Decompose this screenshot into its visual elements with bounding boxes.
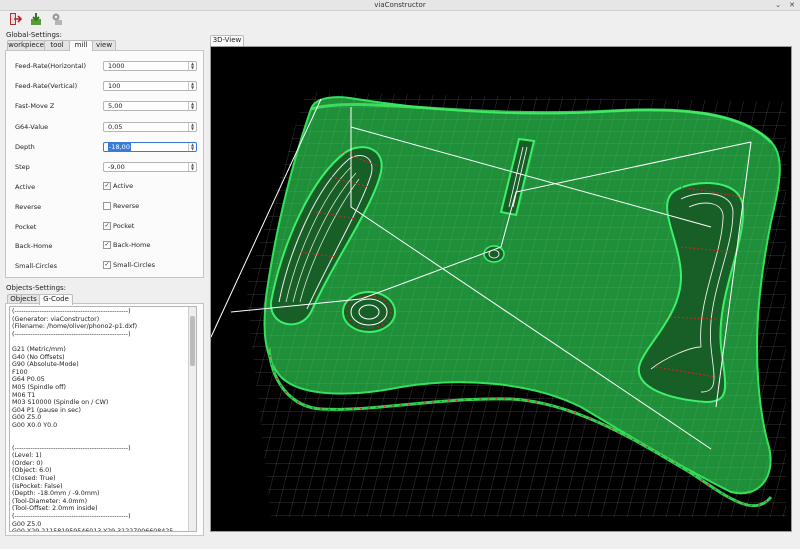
gcode-line: (---------------------------------------… bbox=[12, 513, 131, 521]
gcode-line: G00 X29.211581959546013 Y29.312270066084… bbox=[12, 528, 174, 532]
view-tabs: 3D-View bbox=[210, 35, 260, 46]
circle-pocket bbox=[342, 291, 396, 333]
title-bar: viaConstructor ⌄ ✕ bbox=[0, 0, 800, 11]
gcode-line: (isPocket: False) bbox=[12, 482, 63, 490]
feed-rate-vertical-input[interactable]: 100 ▲ ▼ bbox=[103, 81, 197, 91]
gcode-line: (Depth: -18.0mm / -9.0mm) bbox=[12, 490, 100, 498]
global-settings-heading: Global-Settings: bbox=[6, 31, 62, 39]
gcode-textarea[interactable]: (---------------------------------------… bbox=[9, 306, 197, 532]
checkmark-icon: ✓ bbox=[103, 241, 111, 249]
tab-gcode[interactable]: G-Code bbox=[39, 294, 73, 305]
minimize-icon[interactable]: ⌄ bbox=[774, 1, 782, 9]
gcode-line bbox=[12, 437, 182, 445]
3d-scene[interactable] bbox=[211, 47, 791, 531]
gcode-line: M05 (Spindle off) bbox=[12, 383, 66, 391]
mill-settings-panel: Feed-Rate(Horizontal) 1000 ▲ ▼ Feed-Rate(… bbox=[5, 50, 204, 278]
gcode-line: G64 P0.05 bbox=[12, 376, 45, 384]
gcode-scrollbar[interactable] bbox=[188, 307, 196, 531]
small-circles-checkbox[interactable]: ✓ Small-Circles bbox=[103, 261, 155, 269]
tab-view[interactable]: view bbox=[92, 40, 116, 50]
gcode-line: G40 (No Offsets) bbox=[12, 353, 65, 361]
depth-input[interactable]: -18,00 ▲ ▼ bbox=[103, 142, 197, 152]
gcode-line: (Level: 1) bbox=[12, 452, 42, 460]
gcode-line: G00 Z5.0 bbox=[12, 520, 42, 528]
scrollbar-thumb[interactable] bbox=[190, 316, 195, 366]
tab-mill[interactable]: mill bbox=[69, 40, 93, 51]
gcode-line: G00 X0.0 Y0.0 bbox=[12, 421, 58, 429]
spin-arrows-icon[interactable]: ▲ ▼ bbox=[188, 62, 196, 70]
gcode-line: G04 P1 (pause in sec) bbox=[12, 406, 81, 414]
checkbox-empty-icon bbox=[103, 202, 111, 210]
gcode-line: (---------------------------------------… bbox=[12, 444, 131, 452]
checkmark-icon: ✓ bbox=[103, 182, 111, 190]
gcode-line bbox=[12, 430, 182, 438]
pocket-label: Pocket bbox=[15, 223, 37, 231]
feed-rate-horizontal-input[interactable]: 1000 ▲ ▼ bbox=[103, 61, 197, 71]
gcode-line: (Order: 0) bbox=[12, 459, 43, 467]
gcode-line: (Filename: /home/oliver/phono2-p1.dxf) bbox=[12, 323, 138, 331]
tab-workpiece[interactable]: workpiece bbox=[7, 40, 45, 50]
gcode-line: M03 S10000 (Spindle on / CW) bbox=[12, 399, 109, 407]
gcode-line: (Tool-Offset: 2.0mm inside) bbox=[12, 505, 98, 513]
gcode-line: (Object: 6.0) bbox=[12, 467, 52, 475]
machine-icon[interactable] bbox=[50, 12, 64, 26]
reverse-checkbox[interactable]: Reverse bbox=[103, 202, 139, 210]
global-settings-tabs: workpiece tool mill view bbox=[7, 40, 127, 51]
reverse-label: Reverse bbox=[15, 203, 42, 211]
step-input[interactable]: -9,00 ▲ ▼ bbox=[103, 162, 197, 172]
gcode-line: G90 (Absolute-Mode) bbox=[12, 361, 79, 369]
gcode-line: F100 bbox=[12, 368, 28, 376]
gcode-line: G00 Z5.0 bbox=[12, 414, 42, 422]
gcode-line: (---------------------------------------… bbox=[12, 308, 131, 315]
checkmark-icon: ✓ bbox=[103, 222, 111, 230]
3d-view-canvas[interactable] bbox=[210, 46, 792, 532]
gcode-line: (Closed: True) bbox=[12, 475, 56, 483]
window-title: viaConstructor bbox=[374, 1, 426, 9]
gcode-line: M06 T1 bbox=[12, 391, 36, 399]
active-label: Active bbox=[15, 183, 36, 191]
back-home-label: Back-Home bbox=[15, 242, 53, 250]
spin-arrows-icon[interactable]: ▲ ▼ bbox=[188, 102, 196, 110]
toolbar bbox=[0, 11, 800, 27]
exit-icon[interactable] bbox=[8, 12, 23, 26]
drill-hole bbox=[483, 245, 505, 263]
step-label: Step bbox=[15, 163, 30, 171]
fast-move-z-input[interactable]: 5,00 ▲ ▼ bbox=[103, 101, 197, 111]
g64-value-label: G64-Value bbox=[15, 123, 49, 131]
pocket-checkbox[interactable]: ✓ Pocket bbox=[103, 222, 134, 230]
gcode-line: (Generator: viaConstructor) bbox=[12, 315, 100, 323]
close-icon[interactable]: ✕ bbox=[788, 1, 796, 9]
gcode-lines: (---------------------------------------… bbox=[12, 308, 182, 532]
gcode-line: G21 (Metric/mm) bbox=[12, 345, 66, 353]
spin-arrows-icon[interactable]: ▲ ▼ bbox=[188, 123, 196, 131]
gcode-line bbox=[12, 338, 182, 346]
spin-arrows-icon[interactable]: ▲ ▼ bbox=[188, 82, 196, 90]
tab-tool[interactable]: tool bbox=[44, 40, 70, 50]
back-home-checkbox[interactable]: ✓ Back-Home bbox=[103, 241, 150, 249]
spin-arrows-icon[interactable]: ▲ ▼ bbox=[188, 163, 196, 171]
fast-move-z-label: Fast-Move Z bbox=[15, 102, 55, 110]
depth-label: Depth bbox=[15, 143, 35, 151]
g64-value-input[interactable]: 0,05 ▲ ▼ bbox=[103, 122, 197, 132]
objects-settings-heading: Objects-Settings: bbox=[6, 284, 67, 292]
small-circles-label: Small-Circles bbox=[15, 262, 58, 270]
feed-rate-vertical-label: Feed-Rate(Vertical) bbox=[15, 82, 78, 90]
feed-rate-horizontal-label: Feed-Rate(Horizontal) bbox=[15, 62, 87, 70]
spin-arrows-icon[interactable]: ▲ ▼ bbox=[188, 143, 196, 151]
save-gcode-icon[interactable] bbox=[29, 12, 43, 26]
tab-3d-view[interactable]: 3D-View bbox=[210, 35, 244, 46]
gcode-line: (Tool-Diameter: 4.0mm) bbox=[12, 497, 88, 505]
checkmark-icon: ✓ bbox=[103, 261, 111, 269]
gcode-line: (---------------------------------------… bbox=[12, 330, 131, 338]
active-checkbox[interactable]: ✓ Active bbox=[103, 182, 133, 190]
